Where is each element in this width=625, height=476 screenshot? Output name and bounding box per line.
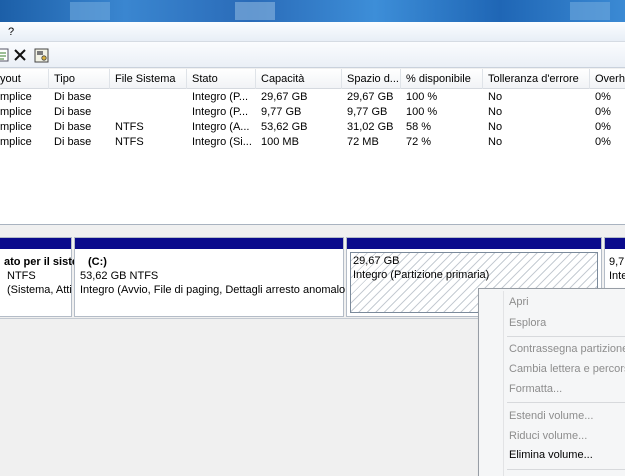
volume-bar: [605, 238, 625, 249]
cell-layout: mplice: [0, 106, 32, 118]
volume-status: Integro (Avvio, File di paging, Dettagli…: [80, 284, 346, 296]
column-header-capacity[interactable]: Capacità: [256, 69, 342, 89]
cell-layout: mplice: [0, 136, 32, 148]
table-row[interactable]: mplice Di base Integro (P... 9,77 GB 9,7…: [0, 105, 625, 120]
volume-list-header: yout Tipo File Sistema Stato Capacità Sp…: [0, 69, 625, 89]
menu-separator: [507, 336, 625, 337]
cell-free-space: 31,02 GB: [347, 121, 394, 133]
cell-type: Di base: [54, 121, 92, 133]
column-header-layout[interactable]: yout: [0, 69, 49, 89]
volume-bar: [0, 238, 71, 249]
cell-fault-tolerance: No: [488, 106, 503, 118]
cell-status: Integro (P...: [192, 106, 249, 118]
menu-separator: [507, 402, 625, 403]
cell-filesystem: NTFS: [115, 136, 144, 148]
cell-capacity: 9,77 GB: [261, 106, 302, 118]
column-header-overhead[interactable]: Overh: [590, 69, 625, 89]
cell-filesystem: [110, 90, 187, 105]
cell-overhead: 0%: [595, 106, 611, 118]
cell-capacity: 29,67 GB: [261, 91, 308, 103]
volume-c-drive[interactable]: (C:) 53,62 GB NTFS Integro (Avvio, File …: [74, 237, 346, 317]
table-row[interactable]: mplice Di base NTFS Integro (A... 53,62 …: [0, 120, 625, 135]
desktop-icon: [235, 2, 275, 20]
column-header-free-space[interactable]: Spazio d...: [342, 69, 401, 89]
toolbar: [0, 42, 625, 68]
cell-percent-free: 72 %: [406, 136, 432, 148]
volume-status: (Sistema, Atti: [7, 284, 72, 296]
volume-system-reserved[interactable]: ato per il siste NTFS (Sistema, Atti: [0, 237, 78, 317]
menu-item-delete-volume[interactable]: Elimina volume...: [509, 445, 593, 465]
volume-filesystem: NTFS: [7, 270, 36, 282]
cell-type: Di base: [54, 106, 92, 118]
desktop-background-strip: [0, 0, 625, 22]
volume-size: 29,67 GB: [353, 255, 400, 267]
volume-size: 9,7: [609, 256, 625, 268]
cell-status: Integro (Si...: [192, 136, 252, 148]
volume-status: Inte: [609, 270, 625, 282]
menu-item-extend-volume[interactable]: Estendi volume...: [509, 406, 593, 426]
cell-filesystem: [110, 105, 187, 120]
cell-overhead: 0%: [595, 136, 611, 148]
menu-item-change-drive-letter[interactable]: Cambia lettera e percorso: [509, 359, 625, 379]
cell-capacity: 53,62 GB: [261, 121, 308, 133]
cell-free-space: 9,77 GB: [347, 106, 388, 118]
table-row[interactable]: mplice Di base Integro (P... 29,67 GB 29…: [0, 90, 625, 105]
volume-size: 53,62 GB NTFS: [80, 270, 159, 282]
cell-free-space: 29,67 GB: [347, 91, 394, 103]
cell-percent-free: 100 %: [406, 91, 438, 103]
volume-bar: [347, 238, 601, 249]
cell-layout: mplice: [0, 121, 32, 133]
delete-icon[interactable]: [11, 46, 29, 64]
desktop-icon: [570, 2, 610, 20]
menu-item-explore[interactable]: Esplora: [509, 313, 546, 333]
volume-label: (C:): [88, 256, 107, 268]
cell-fault-tolerance: No: [488, 136, 503, 148]
cell-type: Di base: [54, 136, 92, 148]
cell-overhead: 0%: [595, 91, 611, 103]
column-header-fault-tolerance[interactable]: Tolleranza d'errore: [483, 69, 590, 89]
menu-item-shrink-volume[interactable]: Riduci volume...: [509, 426, 587, 446]
menu-help[interactable]: ?: [8, 26, 14, 38]
cell-fault-tolerance: No: [488, 121, 503, 133]
column-header-status[interactable]: Stato: [187, 69, 256, 89]
column-header-percent-free[interactable]: % disponibile: [401, 69, 483, 89]
menu-separator: [507, 469, 625, 470]
volume-status: Integro (Partizione primaria): [353, 269, 490, 281]
cell-overhead: 0%: [595, 121, 611, 133]
cell-type: Di base: [54, 91, 92, 103]
cell-layout: mplice: [0, 91, 32, 103]
disk-properties-icon[interactable]: [32, 46, 50, 64]
column-header-filesystem[interactable]: File Sistema: [110, 69, 187, 89]
cell-filesystem: NTFS: [115, 121, 144, 133]
volume-label: ato per il siste: [4, 256, 78, 268]
volume-list: yout Tipo File Sistema Stato Capacità Sp…: [0, 69, 625, 225]
table-row[interactable]: mplice Di base NTFS Integro (Si... 100 M…: [0, 135, 625, 150]
desktop-icon: [70, 2, 110, 20]
menu-item-mark-partition[interactable]: Contrassegna partizione: [509, 339, 625, 359]
cell-status: Integro (P...: [192, 91, 249, 103]
cell-capacity: 100 MB: [261, 136, 299, 148]
menu-item-open[interactable]: Apri: [509, 292, 529, 312]
column-header-type[interactable]: Tipo: [49, 69, 110, 89]
cell-percent-free: 58 %: [406, 121, 432, 133]
context-menu: Apri Esplora Contrassegna partizione Cam…: [478, 288, 625, 476]
menu-bar: ?: [0, 22, 625, 42]
cell-fault-tolerance: No: [488, 91, 503, 103]
volume-bar: [75, 238, 343, 249]
context-menu-gutter: [503, 291, 504, 476]
cell-status: Integro (A...: [192, 121, 250, 133]
cell-percent-free: 100 %: [406, 106, 438, 118]
cell-free-space: 72 MB: [347, 136, 379, 148]
menu-item-format[interactable]: Formatta...: [509, 379, 562, 399]
